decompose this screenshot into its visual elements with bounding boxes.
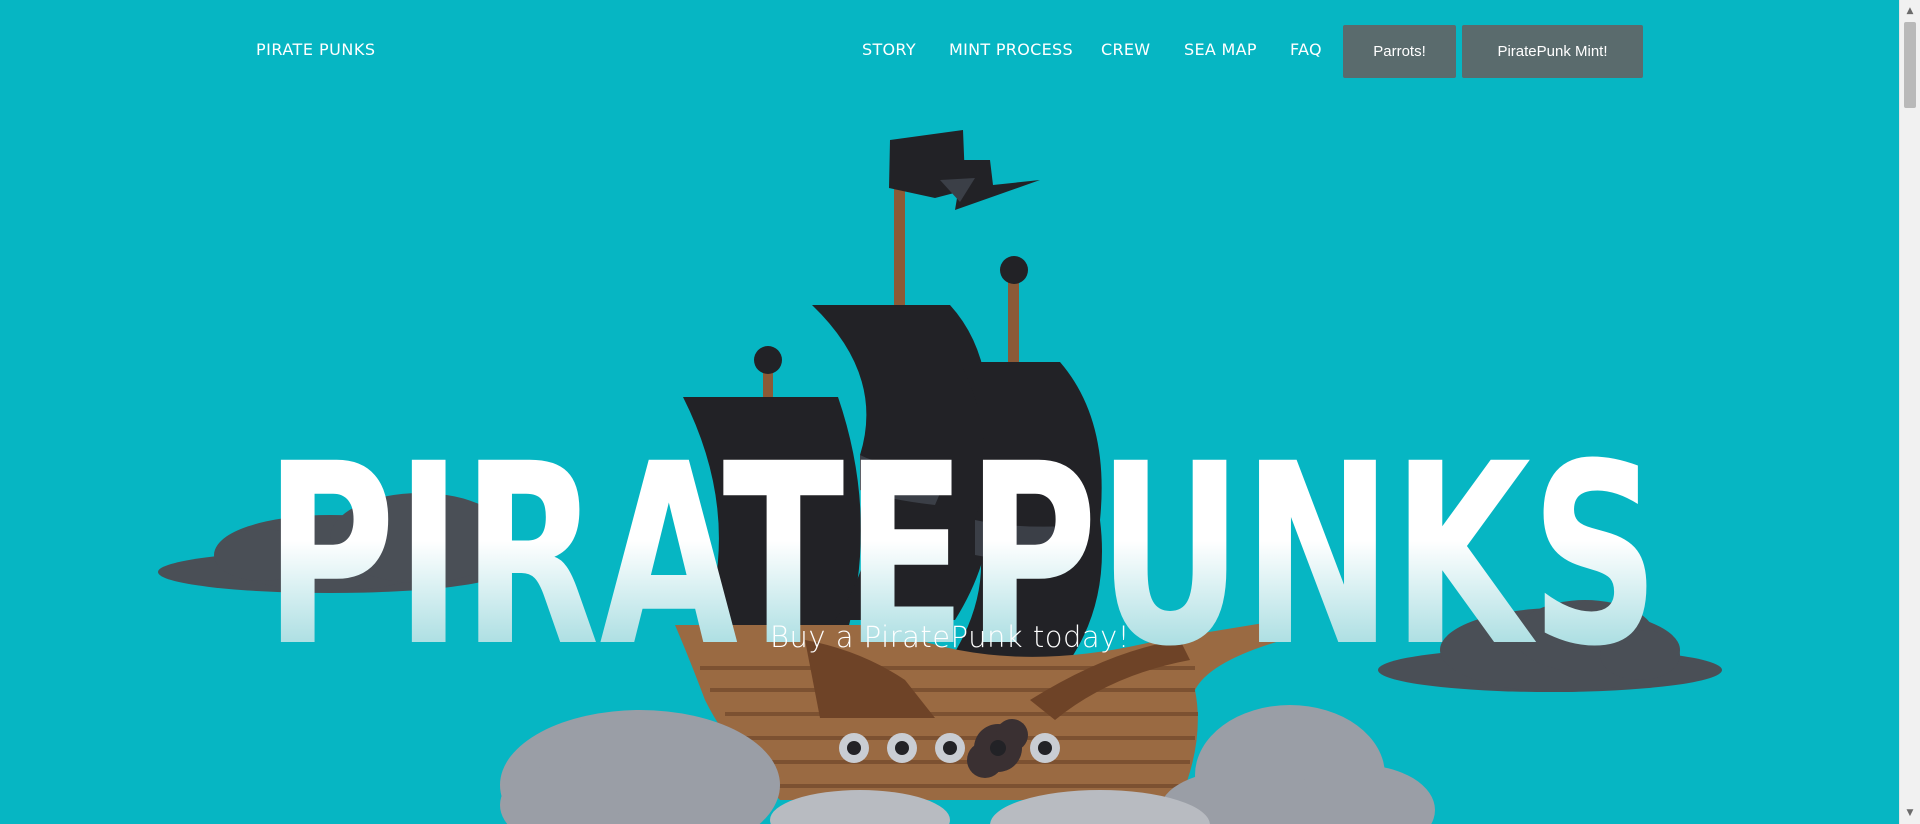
nav-link-faq[interactable]: FAQ [1290, 40, 1322, 59]
page-scrollbar[interactable]: ▲ ▼ [1899, 0, 1920, 824]
page: PIRATEPUNKS Buy a PiratePunk today! PIRA… [0, 0, 1920, 824]
scroll-down-icon[interactable]: ▼ [1900, 804, 1920, 822]
hero-title: PIRATEPUNKS [265, 410, 1660, 701]
nav-link-story[interactable]: STORY [862, 40, 916, 59]
nav-link-mint-process[interactable]: MINT PROCESS [949, 40, 1073, 59]
pirate-ship-illustration: PIRATEPUNKS [158, 130, 1722, 824]
pirate-flag [889, 130, 1040, 210]
brand-link[interactable]: PIRATE PUNKS [256, 40, 375, 59]
top-navigation: PIRATE PUNKS STORY MINT PROCESS CREW SEA… [0, 0, 1900, 100]
nav-link-sea-map[interactable]: SEA MAP [1184, 40, 1257, 59]
hero-subtitle: Buy a PiratePunk today! [770, 620, 1130, 654]
scroll-up-icon[interactable]: ▲ [1900, 2, 1920, 20]
scroll-thumb[interactable] [1904, 22, 1916, 108]
piratepunk-mint-button[interactable]: PiratePunk Mint! [1462, 25, 1643, 78]
parrots-button[interactable]: Parrots! [1343, 25, 1456, 78]
nav-link-crew[interactable]: CREW [1101, 40, 1150, 59]
